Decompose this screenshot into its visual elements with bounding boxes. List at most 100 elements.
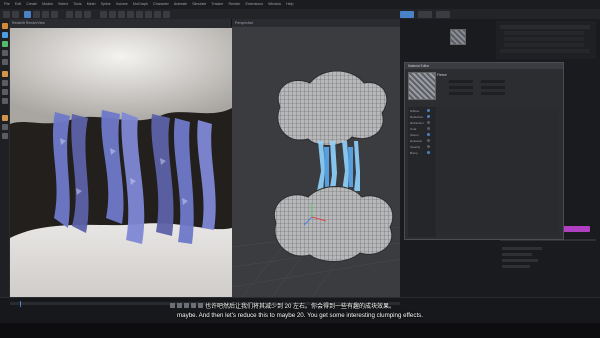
menu-file[interactable]: File [4,0,10,9]
menu-animate[interactable]: Animate [174,0,187,9]
viewport-header: Perspective [232,19,400,27]
render-view-icon[interactable] [75,10,82,18]
object-row[interactable] [504,31,584,35]
attr-field[interactable] [449,85,473,89]
3d-viewport[interactable] [232,27,400,297]
layout-tab[interactable] [436,10,450,18]
attr-field[interactable] [449,79,473,83]
channel-toggle[interactable] [427,115,430,118]
edges-mode-icon[interactable] [1,41,8,47]
move-tool-icon[interactable] [33,10,40,18]
menu-volume[interactable]: Volume [116,0,128,9]
snap-icon[interactable] [1,80,8,86]
subtitle-english: maybe. And then let's reduce this to may… [177,312,423,319]
left-toolbar [0,19,9,299]
undo-icon[interactable] [3,10,10,18]
material-thumbnail[interactable] [450,29,466,45]
render-image [10,28,232,298]
cube-icon[interactable] [100,10,107,18]
channel-item[interactable]: Sheen [410,133,419,137]
selected-keyframe[interactable] [560,226,590,232]
scale-tool-icon[interactable] [42,10,49,18]
object-row[interactable] [500,49,590,53]
layout-tab[interactable] [418,10,432,18]
channel-toggle[interactable] [427,151,430,154]
menu-spline[interactable]: Spline [101,0,111,9]
object-manager [496,21,596,59]
material-editor-title: Material Editor [405,63,563,69]
light-icon[interactable] [163,10,170,18]
status-bar [0,323,600,338]
attr-field[interactable] [481,79,505,83]
subtitle-chinese: 也许吧然后让我们将其减少到 20 左右。你会得到一些有趣的成块效果。 [204,304,395,310]
render-view-header: Redshift RenderView [9,19,231,27]
axis-icon[interactable] [1,59,8,65]
redo-icon[interactable] [12,10,19,18]
menu-extensions[interactable]: Extensions [245,0,263,9]
object-row[interactable] [504,37,584,41]
material-preview[interactable] [408,72,436,100]
menu-select[interactable]: Select [58,0,68,9]
channel-toggle[interactable] [427,127,430,130]
menu-render[interactable]: Render [229,0,241,9]
menu-create[interactable]: Create [26,0,37,9]
hair-guides [317,141,360,193]
channel-toggle[interactable] [427,145,430,148]
channel-toggle[interactable] [427,109,430,112]
menu-tracker[interactable]: Tracker [211,0,223,9]
material-editor-window: Material Editor Fleece Diffuse Reflectio… [404,62,564,240]
object-row[interactable] [500,25,590,29]
render-view-panel [9,27,233,299]
channel-item[interactable]: Refraction [410,121,424,125]
camera-icon[interactable] [154,10,161,18]
attr-field[interactable] [481,91,505,95]
menu-mesh[interactable]: Mesh [87,0,96,9]
locks-icon[interactable] [1,98,8,104]
menu-help[interactable]: Help [286,0,293,9]
tree-row[interactable] [502,265,530,268]
attr-row [437,85,587,89]
menu-modes[interactable]: Modes [42,0,53,9]
select-tool-icon[interactable] [24,10,31,18]
points-mode-icon[interactable] [1,32,8,38]
render-settings-icon[interactable] [84,10,91,18]
channel-item[interactable]: Reflection [410,115,423,119]
channel-item[interactable]: Opacity [410,145,420,149]
object-row[interactable] [504,43,584,47]
channel-toggle[interactable] [427,133,430,136]
layout-tab-active[interactable] [400,10,414,18]
rotate-tool-icon[interactable] [51,10,58,18]
subdivision-icon[interactable] [118,10,125,18]
pen-icon[interactable] [109,10,116,18]
deformer-icon[interactable] [136,10,143,18]
floor-icon[interactable] [145,10,152,18]
channel-item[interactable]: Emission [410,139,422,143]
cloner-icon[interactable] [127,10,134,18]
hair-tool-icon[interactable] [1,115,8,121]
menu-window[interactable]: Window [268,0,281,9]
workplane-icon[interactable] [1,89,8,95]
brush-icon[interactable] [1,71,8,77]
material-section-title: Fleece [437,73,447,77]
render-icon[interactable] [66,10,73,18]
channel-item[interactable]: Bump [410,151,418,155]
cut-icon[interactable] [1,133,8,139]
comb-icon[interactable] [1,124,8,130]
menu-character[interactable]: Character [153,0,169,9]
channel-toggle[interactable] [427,121,430,124]
attr-field[interactable] [481,85,505,89]
menu-simulate[interactable]: Simulate [192,0,206,9]
tree-row[interactable] [502,247,542,250]
channel-toggle[interactable] [427,139,430,142]
menu-edit[interactable]: Edit [15,0,21,9]
tree-row[interactable] [502,253,532,256]
polygons-mode-icon[interactable] [1,50,8,56]
tree-row[interactable] [502,259,538,262]
menu-tools[interactable]: Tools [73,0,81,9]
menu-mograph[interactable]: MoGraph [133,0,148,9]
channel-item[interactable]: Diffuse [410,109,419,113]
channel-item[interactable]: Coat [410,127,416,131]
attr-field[interactable] [449,91,473,95]
model-mode-icon[interactable] [1,23,8,29]
top-cloud [10,28,232,124]
